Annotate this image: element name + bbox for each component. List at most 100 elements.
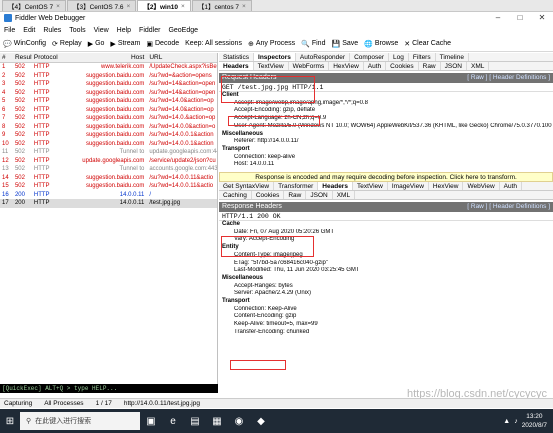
maximize-icon[interactable]: □	[509, 12, 531, 24]
tab[interactable]: Get SyntaxView	[219, 182, 275, 191]
decode-notice[interactable]: Response is encoded and may require deco…	[219, 172, 553, 183]
menu-item[interactable]: File	[4, 27, 15, 34]
table-row[interactable]: 5 502 HTTP suggestion.baidu.com/su?wd=14.0&…	[0, 97, 217, 106]
tab[interactable]: Transformer	[274, 182, 319, 191]
minimize-icon[interactable]: –	[487, 12, 509, 24]
menu-item[interactable]: Fiddler	[139, 27, 160, 34]
table-row[interactable]: 17 200 HTTP 14.0.0.11/test.jpg.jpg	[0, 199, 217, 208]
toolbar-button[interactable]: ⊕ Any Process	[248, 40, 295, 48]
clock[interactable]: 13:20 2020/8/7	[522, 412, 547, 430]
vm-tab[interactable]: 【4】CentOS 7 ×	[2, 0, 66, 11]
table-row[interactable]: 10 502 HTTP suggestion.baidu.com/su?wd=14.0…	[0, 140, 217, 149]
tab[interactable]: Timeline	[436, 53, 469, 61]
table-row[interactable]: 2 502 HTTP suggestion.baidu.com/su?wd=&acti…	[0, 72, 217, 81]
store-icon[interactable]: ▦	[206, 416, 228, 427]
row-protocol: HTTP	[33, 132, 50, 138]
close-icon[interactable]: ×	[127, 3, 131, 10]
taskbar-search[interactable]: ⚲ 在此键入进行搜索	[20, 412, 140, 430]
tab[interactable]: Cookies	[252, 191, 285, 200]
windows-start-icon[interactable]: ⊞	[0, 416, 20, 427]
close-icon[interactable]: ×	[56, 3, 60, 10]
toolbar-button[interactable]: 🔍 Find	[301, 40, 325, 48]
row-number: 9	[2, 132, 6, 138]
tab[interactable]: Inspectors	[254, 53, 296, 61]
tab[interactable]: JSON	[306, 191, 333, 200]
capturing-status[interactable]: Capturing	[4, 400, 32, 407]
quickexec-input[interactable]: [QuickExec] ALT+Q > type HELP...	[0, 384, 218, 393]
response-header-links[interactable]: [ Raw ] [ Header Definitions ]	[467, 202, 550, 212]
vm-tab[interactable]: 【3】CentOS 7.6 ×	[66, 0, 137, 11]
toolbar-button[interactable]: 💬 WinConfig	[3, 40, 46, 48]
vm-tab[interactable]: 【1】centos 7 ×	[191, 0, 252, 11]
table-row[interactable]: 15 502 HTTP suggestion.baidu.com/su?wd=14.0…	[0, 182, 217, 191]
tab[interactable]: WebView	[463, 182, 500, 191]
tab[interactable]: HexView	[429, 182, 464, 191]
col-host[interactable]: Host	[66, 53, 148, 62]
table-row[interactable]: 7 502 HTTP suggestion.baidu.com/su?wd=14.0.…	[0, 114, 217, 123]
tab[interactable]: Filters	[409, 53, 436, 61]
col-url[interactable]: URL	[147, 53, 217, 62]
tab[interactable]: TextView	[353, 182, 388, 191]
close-icon[interactable]: ×	[242, 3, 246, 10]
header-links[interactable]: [ Raw ] [ Header Definitions ]	[467, 73, 550, 83]
folder-icon[interactable]: ▤	[184, 416, 206, 427]
tab[interactable]: JSON	[441, 62, 467, 70]
col-result[interactable]: Result	[13, 53, 32, 62]
tab[interactable]: XML	[467, 62, 490, 70]
toolbar-button[interactable]: 💾 Save	[331, 40, 358, 48]
tab[interactable]: Headers	[219, 62, 254, 70]
network-icon[interactable]: ▲	[503, 418, 510, 425]
tab[interactable]: Raw	[419, 62, 441, 70]
menu-item[interactable]: View	[94, 27, 109, 34]
col-number[interactable]: #	[0, 53, 13, 62]
fiddler-taskbar-icon[interactable]: ◆	[250, 416, 272, 427]
tab[interactable]: Caching	[219, 191, 252, 200]
tab[interactable]: TextView	[254, 62, 289, 70]
menu-item[interactable]: Help	[117, 27, 131, 34]
tab[interactable]: Raw	[284, 191, 307, 200]
tab[interactable]: ImageView	[388, 182, 429, 191]
col-protocol[interactable]: Protocol	[32, 53, 66, 62]
menu-item[interactable]: Tools	[69, 27, 85, 34]
table-row[interactable]: 6 502 HTTP suggestion.baidu.com/su?wd=14.0&…	[0, 106, 217, 115]
tab[interactable]: Statistics	[219, 53, 255, 61]
toolbar-button[interactable]: ✕ Clear Cache	[404, 40, 451, 48]
close-icon[interactable]: ✕	[531, 12, 553, 24]
table-row[interactable]: 12 502 HTTP update.googleapis.com/service/u…	[0, 157, 217, 166]
tab[interactable]: Headers	[318, 182, 353, 191]
close-icon[interactable]: ×	[181, 3, 185, 10]
task-view-icon[interactable]: ▣	[140, 416, 162, 427]
tab[interactable]: Log	[389, 53, 409, 61]
toolbar-button[interactable]: ▶ Stream	[110, 40, 140, 48]
toolbar-button[interactable]: Keep: All sessions	[185, 40, 242, 47]
table-row[interactable]: 16 200 HTTP 14.0.0.11 /	[0, 191, 217, 200]
volume-icon[interactable]: ♪	[514, 418, 518, 425]
edge-icon[interactable]: e	[162, 416, 184, 427]
chrome-icon[interactable]: ◉	[228, 416, 250, 427]
table-row[interactable]: 9 502 HTTP suggestion.baidu.com/su?wd=14.0.…	[0, 131, 217, 140]
tab[interactable]: Auth	[364, 62, 387, 70]
tab[interactable]: Cookies	[386, 62, 419, 70]
menu-item[interactable]: Rules	[43, 27, 61, 34]
table-row[interactable]: 14 502 HTTP suggestion.baidu.com/su?wd=14.0…	[0, 174, 217, 183]
toolbar-button[interactable]: 🌐 Browse	[364, 40, 398, 48]
tab[interactable]: Composer	[350, 53, 390, 61]
table-row[interactable]: 8 502 HTTP suggestion.baidu.com/su?wd=14.0.…	[0, 123, 217, 132]
tab[interactable]: HexView	[329, 62, 364, 70]
toolbar-button[interactable]: ▣ Decode	[146, 40, 179, 48]
vm-tab[interactable]: 【2】win10 ×	[137, 0, 191, 11]
table-row[interactable]: 4 502 HTTP suggestion.baidu.com/su?wd=14&ac…	[0, 89, 217, 98]
tab[interactable]: WebForms	[289, 62, 330, 70]
menu-item[interactable]: GeoEdge	[168, 27, 198, 34]
menu-item[interactable]: Edit	[23, 27, 35, 34]
tab[interactable]: AutoResponder	[296, 53, 351, 61]
process-filter[interactable]: All Processes	[44, 400, 83, 407]
tab[interactable]: Auth	[500, 182, 523, 191]
table-row[interactable]: 3 502 HTTP suggestion.baidu.com/su?wd=14&ac…	[0, 80, 217, 89]
toolbar-button[interactable]: ⟳ Replay	[52, 40, 82, 48]
tab[interactable]: XML	[333, 191, 356, 200]
table-row[interactable]: 11 502 HTTP Tunnel to update.googleapis.com:…	[0, 148, 217, 157]
table-row[interactable]: 13 502 HTTP Tunnel to accounts.google.com:44…	[0, 165, 217, 174]
toolbar-button[interactable]: ▶ Go	[88, 40, 105, 48]
table-row[interactable]: 1 502 HTTP www.telerik.com/UpdateCheck.aspx…	[0, 63, 217, 72]
